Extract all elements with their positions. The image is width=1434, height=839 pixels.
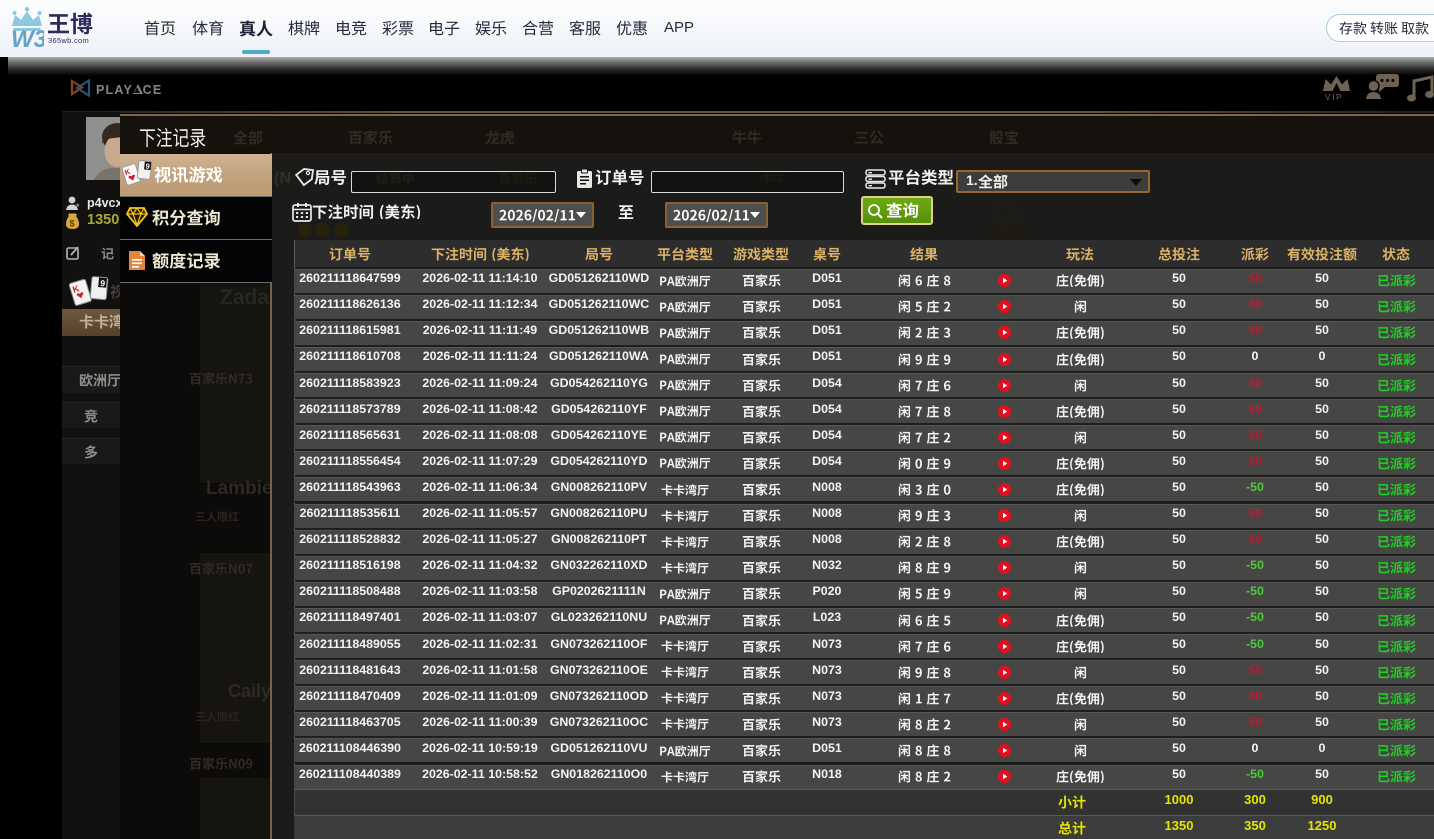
svg-text:*: * [76,202,80,211]
svg-text:$: $ [70,219,75,229]
svg-text:VIP: VIP [1325,92,1343,101]
svg-text:W3: W3 [11,26,44,51]
